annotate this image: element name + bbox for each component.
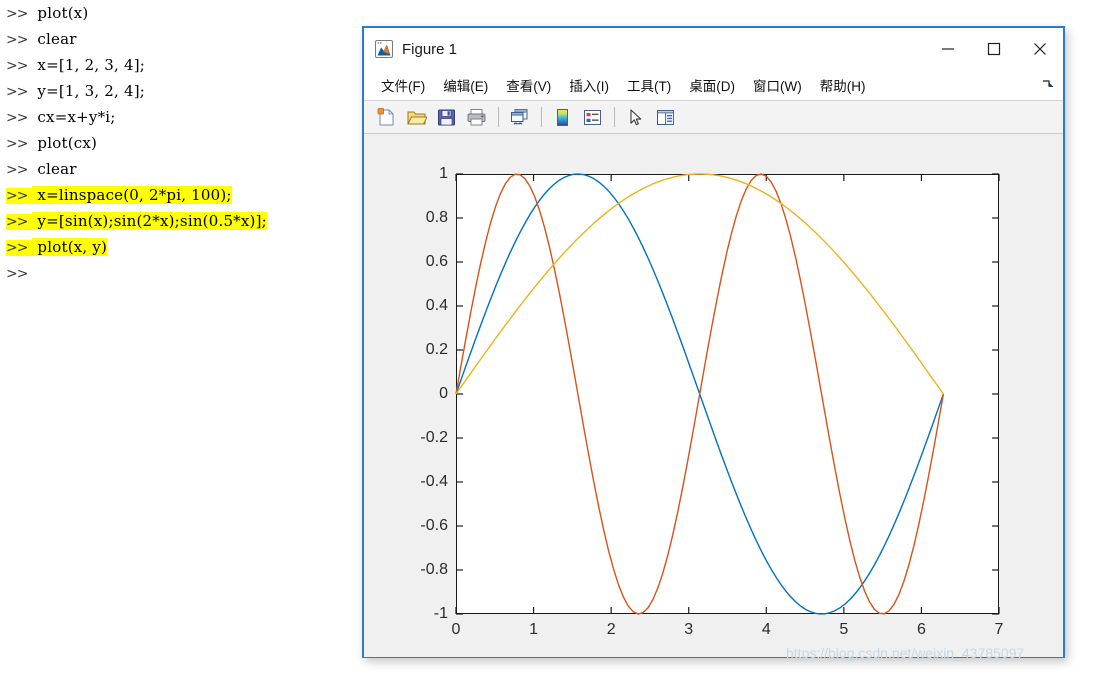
command-line: >> x=[1, 2, 3, 4]; <box>0 52 360 78</box>
command-text: x=linspace(0, 2*pi, 100); <box>32 186 232 204</box>
x-tick-label: 1 <box>529 621 539 638</box>
figure-window: Figure 1 文件(F) 编辑(E) 查看(V) 插入(I) 工具(T) 桌面(D) 窗… <box>362 26 1065 658</box>
command-line: >> cx=x+y*i; <box>0 104 360 130</box>
show-plot-tools-icon[interactable] <box>652 104 679 130</box>
toolbar-separator <box>498 107 499 127</box>
figure-title-bar[interactable]: Figure 1 <box>364 28 1063 70</box>
y-tick-label: 0 <box>439 385 448 402</box>
y-axis-tick-labels: 1 0.8 0.6 0.4 0.2 0 -0.2 -0.4 -0.6 -0.8 -1 <box>386 165 448 622</box>
figure-window-title: Figure 1 <box>402 40 458 58</box>
maximize-icon[interactable] <box>971 28 1017 70</box>
resize-grip-icon[interactable] <box>1041 77 1055 91</box>
y-tick-label: -0.4 <box>420 473 448 490</box>
y-tick-label: 0.8 <box>425 209 448 226</box>
menu-item-desktop[interactable]: 桌面(D) <box>680 72 744 98</box>
x-tick-label: 6 <box>916 621 926 638</box>
command-prompt: >> <box>6 84 28 100</box>
new-figure-icon[interactable] <box>373 104 400 130</box>
edit-pointer-icon[interactable] <box>622 104 649 130</box>
command-line: >> y=[1, 3, 2, 4]; <box>0 78 360 104</box>
command-line: >> plot(cx) <box>0 130 360 156</box>
y-tick-label: 0.2 <box>425 341 448 358</box>
series-line <box>455 173 944 395</box>
x-tick-label: 7 <box>994 621 1004 638</box>
command-text: plot(x) <box>32 4 89 22</box>
y-tick-label: -1 <box>433 605 448 622</box>
y-tick-label: -0.6 <box>420 517 448 534</box>
command-prompt: >> <box>6 58 28 74</box>
menu-item-tools[interactable]: 工具(T) <box>618 72 680 98</box>
command-text: y=[1, 3, 2, 4]; <box>32 82 146 100</box>
print-figure-icon[interactable] <box>463 104 490 130</box>
command-text: y=[sin(x);sin(2*x);sin(0.5*x)]; <box>32 212 267 230</box>
save-figure-icon[interactable] <box>433 104 460 130</box>
command-line: >> y=[sin(x);sin(2*x);sin(0.5*x)]; <box>0 208 360 234</box>
open-file-icon[interactable] <box>403 104 430 130</box>
command-line: >> x=linspace(0, 2*pi, 100); <box>0 182 360 208</box>
command-prompt: >> <box>6 240 33 256</box>
link-plot-icon[interactable] <box>506 104 533 130</box>
minimize-icon[interactable] <box>925 28 971 70</box>
close-icon[interactable] <box>1017 28 1063 70</box>
toolbar-separator <box>541 107 542 127</box>
command-prompt: >> <box>6 6 28 22</box>
x-axis-tick-labels: 0 1 2 3 4 5 6 7 <box>452 621 1004 645</box>
command-prompt: >> <box>6 188 33 204</box>
figure-toolbar <box>364 101 1063 134</box>
command-text: clear <box>32 30 77 48</box>
command-text: x=[1, 2, 3, 4]; <box>32 56 146 74</box>
command-line: >> clear <box>0 156 360 182</box>
y-tick-label: -0.8 <box>420 561 448 578</box>
menu-item-edit[interactable]: 编辑(E) <box>434 72 497 98</box>
figure-canvas[interactable]: 1 0.8 0.6 0.4 0.2 0 -0.2 -0.4 -0.6 -0.8 -1 0 1 2 3 4 5 6… <box>364 134 1063 657</box>
toolbar-separator <box>614 107 615 127</box>
menu-item-insert[interactable]: 插入(I) <box>560 72 618 98</box>
y-tick-label: -0.2 <box>420 429 448 446</box>
command-text: plot(x, y) <box>32 238 108 256</box>
window-controls <box>925 28 1063 70</box>
command-prompt: >> <box>6 32 28 48</box>
matlab-membrane-icon <box>375 40 393 58</box>
y-tick-label: 0.4 <box>425 297 448 314</box>
command-line: >> <box>0 260 360 286</box>
menu-item-file[interactable]: 文件(F) <box>372 72 434 98</box>
x-tick-label: 5 <box>839 621 849 638</box>
command-text: plot(cx) <box>32 134 98 152</box>
series-line <box>455 173 945 615</box>
x-tick-label: 4 <box>761 621 771 638</box>
command-prompt: >> <box>6 266 28 282</box>
x-tick-label: 0 <box>451 621 461 638</box>
command-text: cx=x+y*i; <box>32 108 116 126</box>
x-tick-label: 3 <box>684 621 694 638</box>
y-tick-label: 1 <box>439 165 448 182</box>
command-text: clear <box>32 160 77 178</box>
y-tick-label: 0.6 <box>425 253 448 270</box>
command-line: >> clear <box>0 26 360 52</box>
command-line: >> plot(x) <box>0 0 360 26</box>
x-tick-label: 2 <box>606 621 616 638</box>
command-prompt: >> <box>6 136 28 152</box>
menu-item-help[interactable]: 帮助(H) <box>811 72 875 98</box>
menu-item-window[interactable]: 窗口(W) <box>744 72 811 98</box>
matlab-command-window[interactable]: >> plot(x) >> clear >> x=[1, 2, 3, 4]; >> y… <box>0 0 360 676</box>
plot-curves <box>455 173 1000 615</box>
menu-item-view[interactable]: 查看(V) <box>497 72 560 98</box>
insert-legend-icon[interactable] <box>579 104 606 130</box>
insert-colorbar-icon[interactable] <box>549 104 576 130</box>
figure-menu-bar: 文件(F) 编辑(E) 查看(V) 插入(I) 工具(T) 桌面(D) 窗口(W) 帮助(H) <box>364 70 1063 101</box>
command-prompt: >> <box>6 214 33 230</box>
command-prompt: >> <box>6 162 28 178</box>
command-prompt: >> <box>6 110 28 126</box>
command-line: >> plot(x, y) <box>0 234 360 260</box>
